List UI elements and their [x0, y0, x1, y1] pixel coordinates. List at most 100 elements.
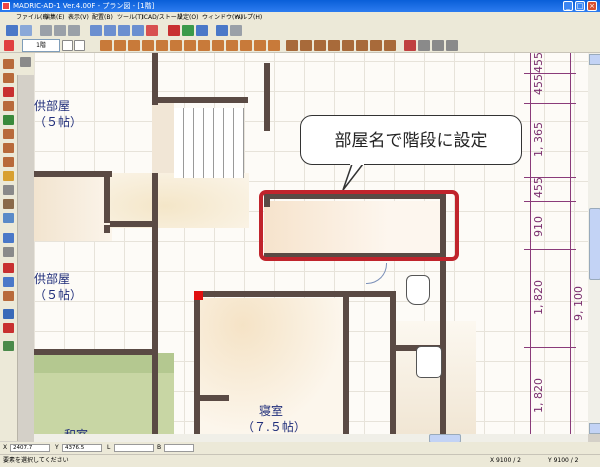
- select-cursor-icon[interactable]: [168, 25, 180, 36]
- move-icon[interactable]: [182, 25, 194, 36]
- room5-icon[interactable]: [156, 40, 168, 51]
- menu-tool[interactable]: ツール(T): [117, 12, 143, 23]
- dimension-label: 455: [532, 74, 545, 95]
- door3-icon[interactable]: [314, 40, 326, 51]
- room-size-bedroom: （７.５帖）: [242, 420, 306, 434]
- floor-down-arrow-icon[interactable]: [62, 40, 73, 51]
- delete-icon[interactable]: [404, 40, 416, 51]
- b-field[interactable]: [164, 444, 194, 452]
- palette-pointer-icon[interactable]: [3, 233, 14, 243]
- palette-house-icon[interactable]: [3, 341, 14, 351]
- zoom-in-icon[interactable]: [90, 25, 102, 36]
- grid-icon[interactable]: [446, 40, 458, 51]
- palette-mark-icon[interactable]: [3, 323, 14, 333]
- room-name-child1: 供部屋: [34, 99, 71, 113]
- palette-column-icon[interactable]: [3, 101, 14, 111]
- room11-icon[interactable]: [240, 40, 252, 51]
- vertical-scrollbar[interactable]: [588, 53, 600, 434]
- length-field[interactable]: [114, 444, 154, 452]
- stairs-icon[interactable]: [432, 40, 444, 51]
- dimension-tick: [524, 201, 576, 202]
- room9-icon[interactable]: [212, 40, 224, 51]
- scroll-down-button[interactable]: [589, 423, 600, 434]
- door7-icon[interactable]: [370, 40, 382, 51]
- menu-view[interactable]: 表示(V): [68, 12, 89, 23]
- menu-settings[interactable]: 設定(O): [177, 12, 198, 23]
- hall-floor: [109, 173, 249, 228]
- scroll-up-button[interactable]: [589, 54, 600, 65]
- room7-icon[interactable]: [184, 40, 196, 51]
- zoom-window-icon[interactable]: [118, 25, 130, 36]
- floor-select[interactable]: 1階: [22, 39, 60, 52]
- toilet-icon: [406, 275, 430, 305]
- redo-icon[interactable]: [20, 25, 32, 36]
- palette-bulb-icon[interactable]: [3, 171, 14, 181]
- menu-place[interactable]: 配置(B): [92, 12, 113, 23]
- door8-icon[interactable]: [384, 40, 396, 51]
- redraw-icon[interactable]: [146, 25, 158, 36]
- layer-icon[interactable]: [230, 25, 242, 36]
- palette-grid-icon[interactable]: [3, 185, 14, 195]
- room8-icon[interactable]: [198, 40, 210, 51]
- palette-sub-icon[interactable]: [20, 57, 31, 67]
- window-icon[interactable]: [418, 40, 430, 51]
- door6-icon[interactable]: [356, 40, 368, 51]
- room13-icon[interactable]: [268, 40, 280, 51]
- callout-bubble: 部屋名で階段に設定: [300, 115, 522, 165]
- room-name-bedroom: 寝室: [259, 404, 284, 418]
- close-button[interactable]: ×: [587, 1, 597, 11]
- room2-icon[interactable]: [114, 40, 126, 51]
- floor-up-arrow-icon[interactable]: [74, 40, 85, 51]
- undo-icon[interactable]: [6, 25, 18, 36]
- room10-icon[interactable]: [226, 40, 238, 51]
- dimension-line: [570, 53, 571, 434]
- wall: [110, 221, 156, 227]
- minimize-button[interactable]: _: [563, 1, 573, 11]
- room3-icon[interactable]: [128, 40, 140, 51]
- zoom-out-icon[interactable]: [104, 25, 116, 36]
- palette-roof-icon[interactable]: [3, 157, 14, 167]
- wall: [152, 173, 158, 227]
- snap-icon[interactable]: [216, 25, 228, 36]
- room12-icon[interactable]: [254, 40, 266, 51]
- palette-door-icon[interactable]: [3, 129, 14, 139]
- room-icon[interactable]: [100, 40, 112, 51]
- l-label: L: [107, 444, 111, 451]
- room4-icon[interactable]: [142, 40, 154, 51]
- palette-dimension-icon[interactable]: [3, 277, 14, 287]
- door5-icon[interactable]: [342, 40, 354, 51]
- door4-icon[interactable]: [328, 40, 340, 51]
- palette-compass-icon[interactable]: [3, 309, 14, 319]
- menu-edit[interactable]: 編集(E): [44, 12, 64, 23]
- palette-tree-icon[interactable]: [3, 115, 14, 125]
- copy-icon[interactable]: [196, 25, 208, 36]
- palette-text-icon[interactable]: [3, 263, 14, 273]
- room6-icon[interactable]: [170, 40, 182, 51]
- palette-fence-icon[interactable]: [3, 199, 14, 209]
- palette-room-icon[interactable]: [3, 59, 14, 69]
- zoom-all-icon[interactable]: [132, 25, 144, 36]
- wall: [264, 63, 270, 131]
- palette-room2-icon[interactable]: [3, 73, 14, 83]
- floor-down-icon[interactable]: [4, 40, 14, 51]
- y-coordinate-field[interactable]: 4376.5: [62, 444, 102, 452]
- palette-symbol-icon[interactable]: [3, 291, 14, 301]
- scroll-thumb-vertical[interactable]: [589, 208, 600, 280]
- horizontal-scrollbar[interactable]: [34, 434, 588, 443]
- palette-stairs-icon[interactable]: [3, 143, 14, 153]
- hand2-icon[interactable]: [54, 25, 66, 36]
- hand3-icon[interactable]: [68, 25, 80, 36]
- menu-help[interactable]: ヘルプ(H): [235, 12, 262, 23]
- wall: [152, 225, 158, 353]
- stair-treads-upper: [174, 108, 244, 178]
- palette-wall-icon[interactable]: [3, 87, 14, 97]
- sink-icon: [416, 346, 442, 378]
- door-icon[interactable]: [286, 40, 298, 51]
- door2-icon[interactable]: [300, 40, 312, 51]
- maximize-button[interactable]: □: [575, 1, 585, 11]
- palette-line-icon[interactable]: [3, 247, 14, 257]
- x-coordinate-field[interactable]: 2407.7: [10, 444, 50, 452]
- coordinate-bar: X 2407.7 Y 4376.5 L B: [0, 442, 600, 454]
- hand-icon[interactable]: [40, 25, 52, 36]
- palette-furniture-icon[interactable]: [3, 213, 14, 223]
